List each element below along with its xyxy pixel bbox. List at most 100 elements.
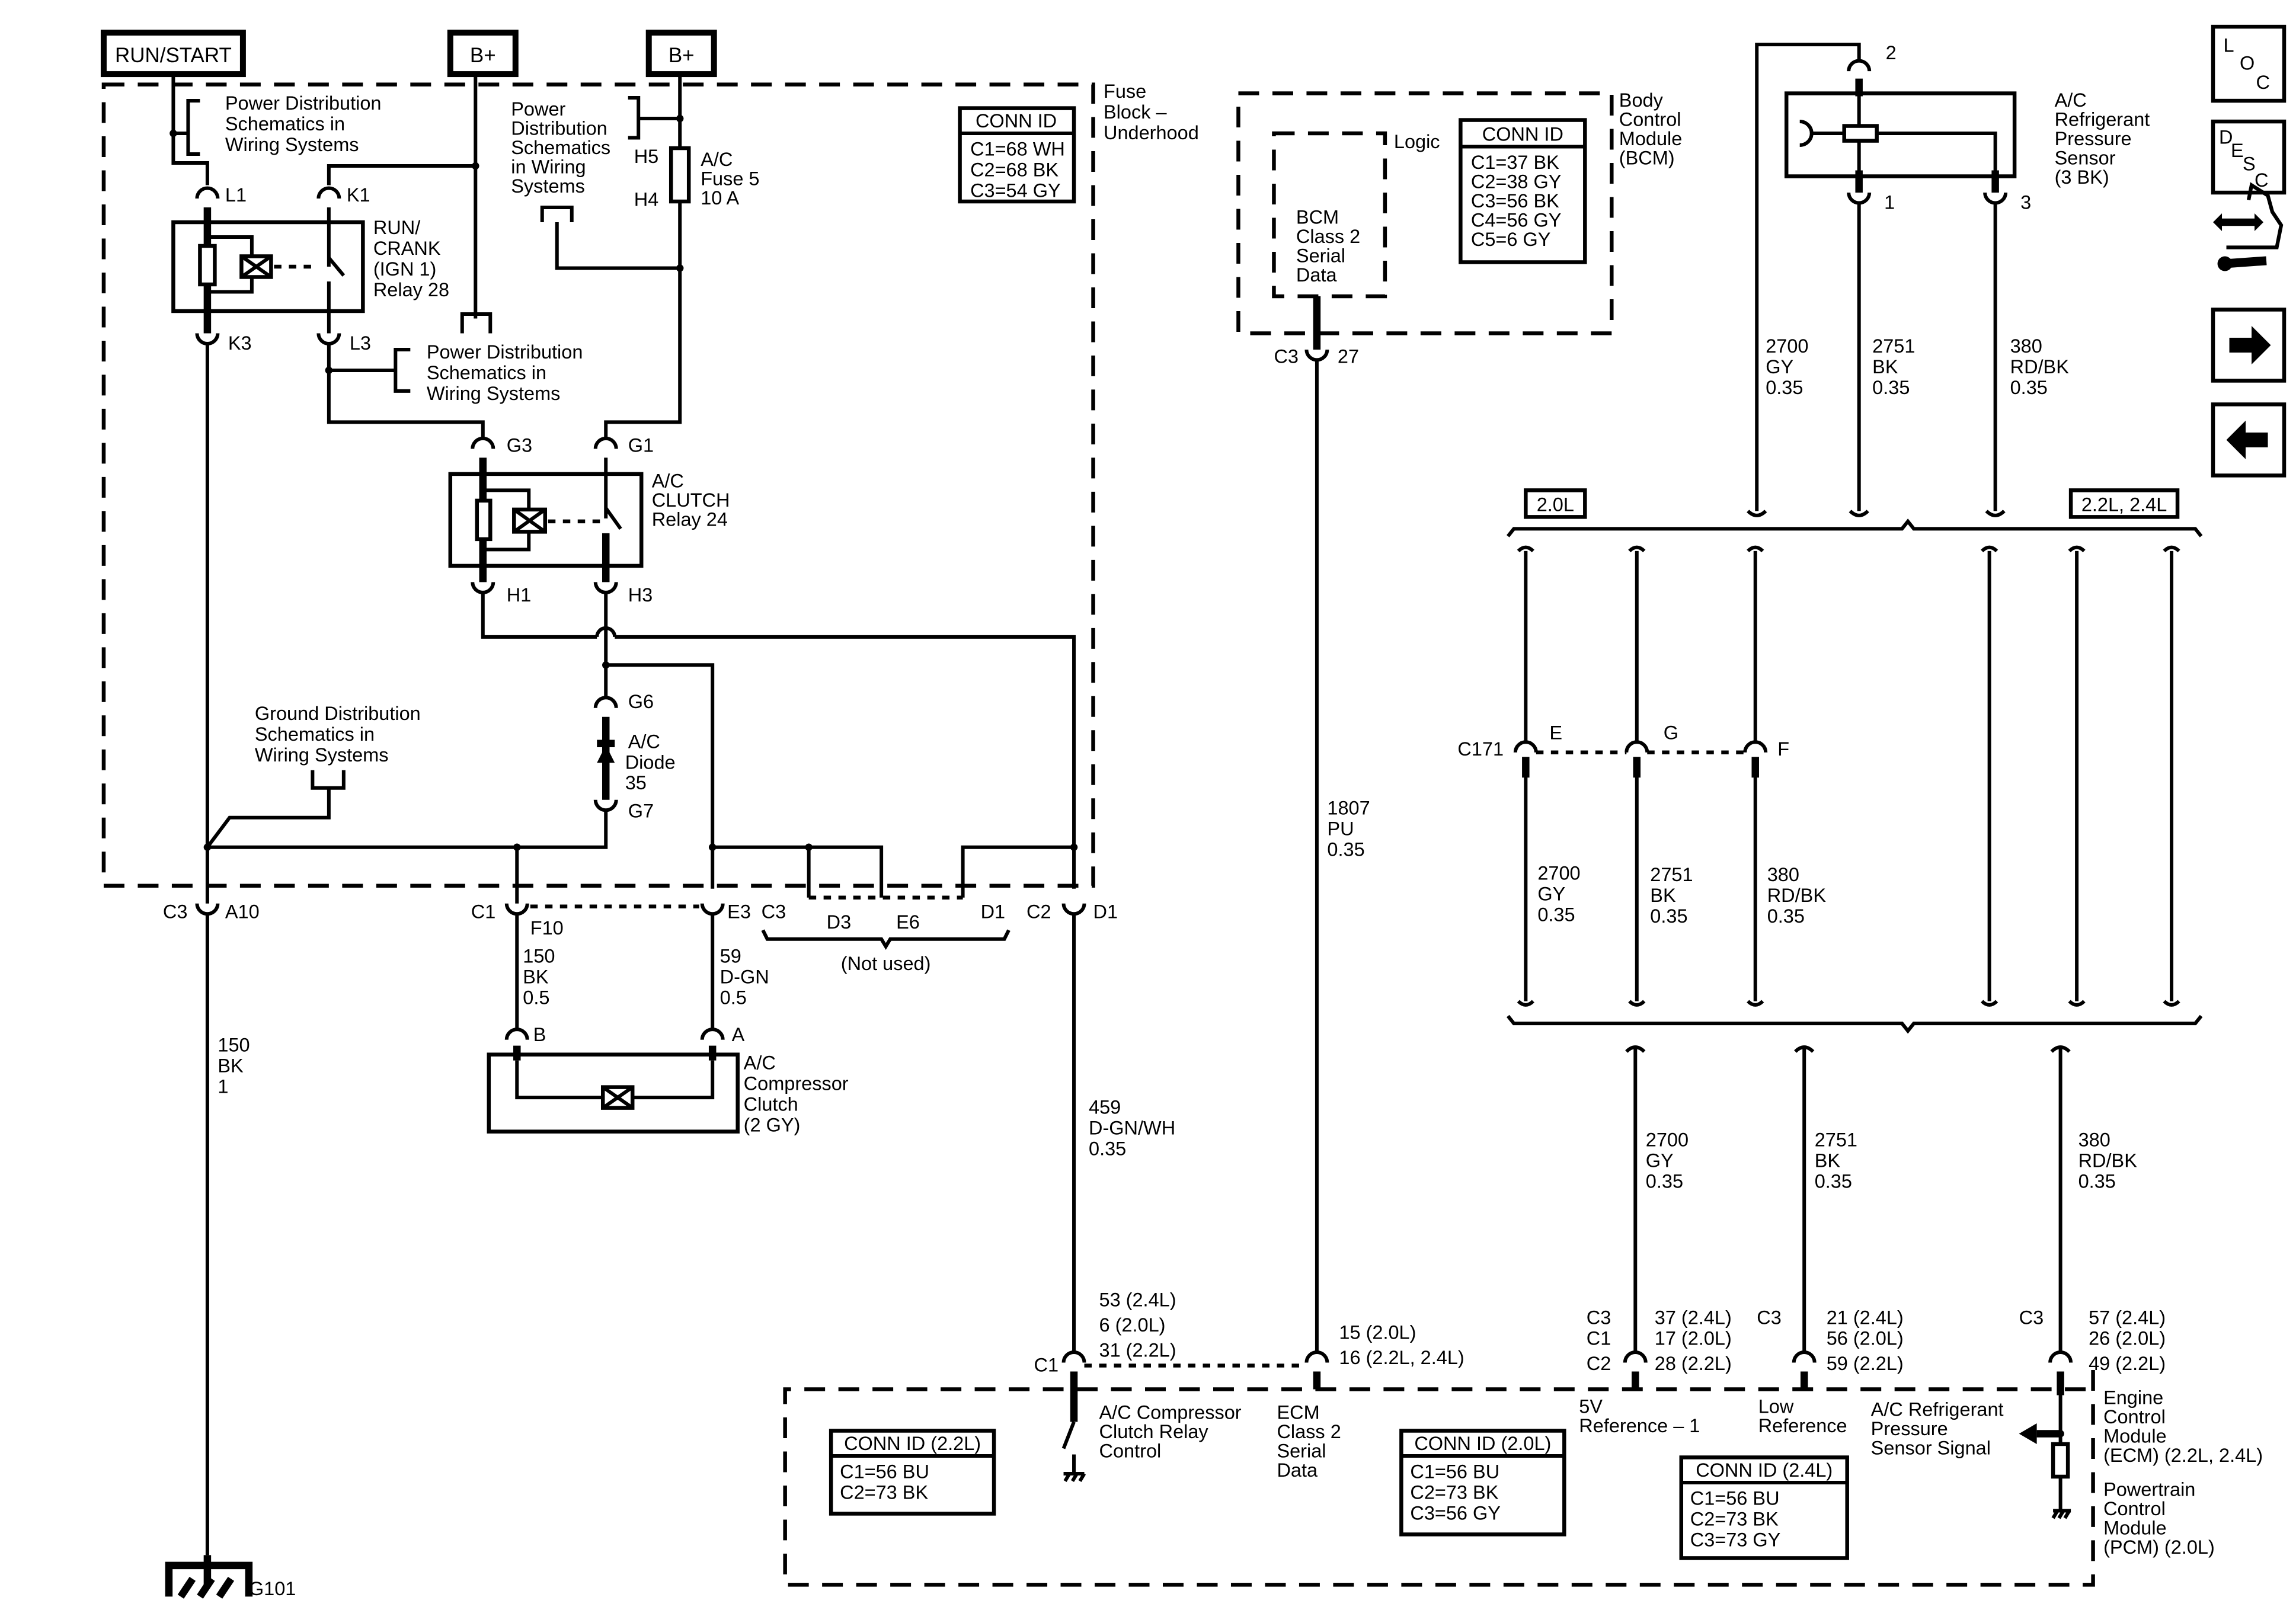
wire-segment — [1981, 545, 1998, 553]
diagram-label: 0.5 — [720, 987, 747, 1009]
loc-icon-c: C — [2256, 72, 2270, 93]
diagram-label: A/C — [744, 1052, 776, 1074]
diagram-label: 26 (2.0L) — [2089, 1328, 2166, 1349]
diagram-label: Pressure — [2055, 128, 2132, 149]
power-distribution-ref-2[interactable]: Power Distribution Schematics in Wiring … — [511, 98, 610, 197]
wire-segment — [2051, 1442, 2070, 1479]
diagram-label: K1 — [347, 184, 370, 206]
ecm-relay-control-pin: 53 (2.4L) 6 (2.0L) 31 (2.2L) C1 A/C Comp… — [1034, 1289, 1242, 1482]
wire-segment — [1513, 740, 1538, 753]
diagram-label: CONN ID (2.2L) — [844, 1433, 981, 1454]
diagram-label: Serial — [1277, 1440, 1326, 1461]
diagram-label: BK — [218, 1055, 244, 1077]
diagram-label: C3=56 BK — [1471, 190, 1559, 212]
wire-segment — [2213, 213, 2223, 231]
pcm-title: Powertrain Control Module (PCM) (2.0L) — [2103, 1478, 2215, 1557]
diagram-label: Sensor Signal — [1871, 1437, 1991, 1458]
diagram-label: 17 (2.0L) — [1655, 1328, 1732, 1349]
diagram-label: 3 — [2020, 192, 2031, 213]
diagram-label: 28 (2.2L) — [1655, 1353, 1732, 1374]
diagram-label: C3 — [2019, 1307, 2044, 1329]
connector-c171: C171 E G F — [1457, 722, 1789, 759]
wire-2751-bk-bottom: 2751 BK 0.35 — [1815, 1129, 1857, 1192]
power-distribution-ref-1[interactable]: Power Distribution Schematics in Wiring … — [225, 92, 382, 155]
diagram-label: 0.35 — [1815, 1171, 1852, 1192]
next-page-button[interactable] — [2211, 308, 2287, 383]
diagram-label: Block – — [1104, 101, 1167, 123]
diagram-label: 21 (2.4L) — [1827, 1307, 1904, 1329]
diagram-label: 16 (2.2L, 2.4L) — [1339, 1347, 1464, 1368]
loc-icon-l: L — [2224, 35, 2234, 56]
wire-segment — [2019, 1423, 2037, 1444]
diagram-label: D-GN/WH — [1089, 1118, 1175, 1139]
fuse-block-conn-id-table: CONN ID C1=68 WH C2=68 BK C3=54 GY — [958, 106, 1076, 204]
diagram-label: 1 — [218, 1076, 228, 1097]
wire-segment — [515, 1060, 603, 1100]
wire-segment — [311, 770, 346, 790]
diagram-label: (BCM) — [1619, 148, 1675, 169]
wire-150-bk-0-5: 150 BK 0.5 — [523, 946, 555, 1009]
wire-segment — [1876, 132, 1997, 193]
wire-segment — [1755, 43, 1861, 511]
location-button[interactable]: L O C — [2211, 24, 2287, 103]
ground-distribution-ref[interactable]: Ground Distribution Schematics in Wiring… — [255, 703, 421, 766]
diagram-label: Powertrain — [2103, 1478, 2195, 1500]
diagram-label: Fuse 5 — [701, 168, 759, 190]
diagram-label: BK — [1650, 885, 1676, 906]
b-plus-label: B+ — [669, 44, 695, 67]
wire-segment — [195, 903, 220, 916]
connector-end-view-icon[interactable] — [2213, 182, 2284, 271]
wire-segment — [1061, 1350, 1086, 1363]
diagram-label: Control — [1619, 109, 1681, 130]
diagram-label: Ground Distribution — [255, 703, 421, 724]
diagram-label: A — [732, 1024, 745, 1045]
ecm-conn-id-2-2l: CONN ID (2.2L) C1=56 BU C2=73 BK — [829, 1429, 996, 1516]
b-plus-source-2: B+ — [645, 30, 717, 78]
wire-59-dgn: 59 D-GN 0.5 — [720, 946, 769, 1009]
wire-segment — [504, 1028, 529, 1040]
diagram-label: A/C — [2055, 89, 2087, 111]
description-button[interactable]: D E S C — [2211, 119, 2287, 195]
diagram-label: Schematics — [511, 137, 610, 158]
ac-diode-35: G6 A/C Diode 35 G7 — [593, 691, 676, 822]
wire-segment — [2068, 545, 2086, 553]
diagram-label: 150 — [218, 1035, 250, 1056]
ecm-title: Engine Control Module (ECM) (2.2L, 2.4L) — [2103, 1387, 2263, 1465]
diagram-label: E3 — [727, 901, 751, 923]
wire-2700-gy-mid: 2700 GY 0.35 — [1537, 863, 1580, 926]
diagram-label: 53 (2.4L) — [1099, 1289, 1176, 1311]
diagram-label: Relay 24 — [652, 508, 728, 530]
diagram-label: A/C Compressor — [1099, 1401, 1242, 1423]
diagram-label: 0.35 — [2078, 1171, 2116, 1192]
diagram-label: C3=56 GY — [1410, 1502, 1501, 1523]
diagram-label: 1807 — [1327, 798, 1370, 819]
wire-segment — [593, 799, 618, 812]
diagram-label: Module — [1619, 128, 1683, 149]
diagram-label: C2=73 BK — [1690, 1508, 1779, 1529]
wire-segment — [206, 788, 331, 849]
diagram-label: Power Distribution — [427, 341, 583, 363]
diagram-label: 0.35 — [1766, 377, 1803, 398]
diagram-label: 10 A — [701, 187, 739, 209]
diagram-label: K3 — [228, 332, 252, 354]
diagram-label: C2=73 BK — [1410, 1481, 1498, 1503]
diagram-label: 0.35 — [2010, 377, 2048, 398]
diagram-label: Compressor — [744, 1073, 849, 1094]
wire-segment — [615, 635, 1076, 889]
diagram-label: Reference – 1 — [1579, 1415, 1700, 1436]
diagram-label: C1=56 BU — [1690, 1487, 1780, 1509]
wire-segment — [2163, 1000, 2180, 1007]
diagram-label: 6 (2.0L) — [1099, 1314, 1166, 1336]
wire-segment — [504, 903, 529, 916]
diagram-label: G101 — [249, 1578, 296, 1599]
wire-380-rdbk-top: 380 RD/BK 0.35 — [2010, 335, 2070, 398]
power-distribution-ref-3[interactable]: Power Distribution Schematics in Wiring … — [427, 341, 583, 404]
diagram-label: 56 (2.0L) — [1827, 1328, 1904, 1349]
diagram-label: CLUTCH — [652, 489, 730, 511]
wire-segment — [198, 244, 217, 287]
loc-icon-o: O — [2240, 53, 2255, 74]
wire-segment — [604, 507, 622, 530]
diagram-label: Schematics in — [427, 362, 546, 383]
wire-segment — [2244, 432, 2268, 447]
previous-page-button[interactable] — [2211, 402, 2287, 478]
